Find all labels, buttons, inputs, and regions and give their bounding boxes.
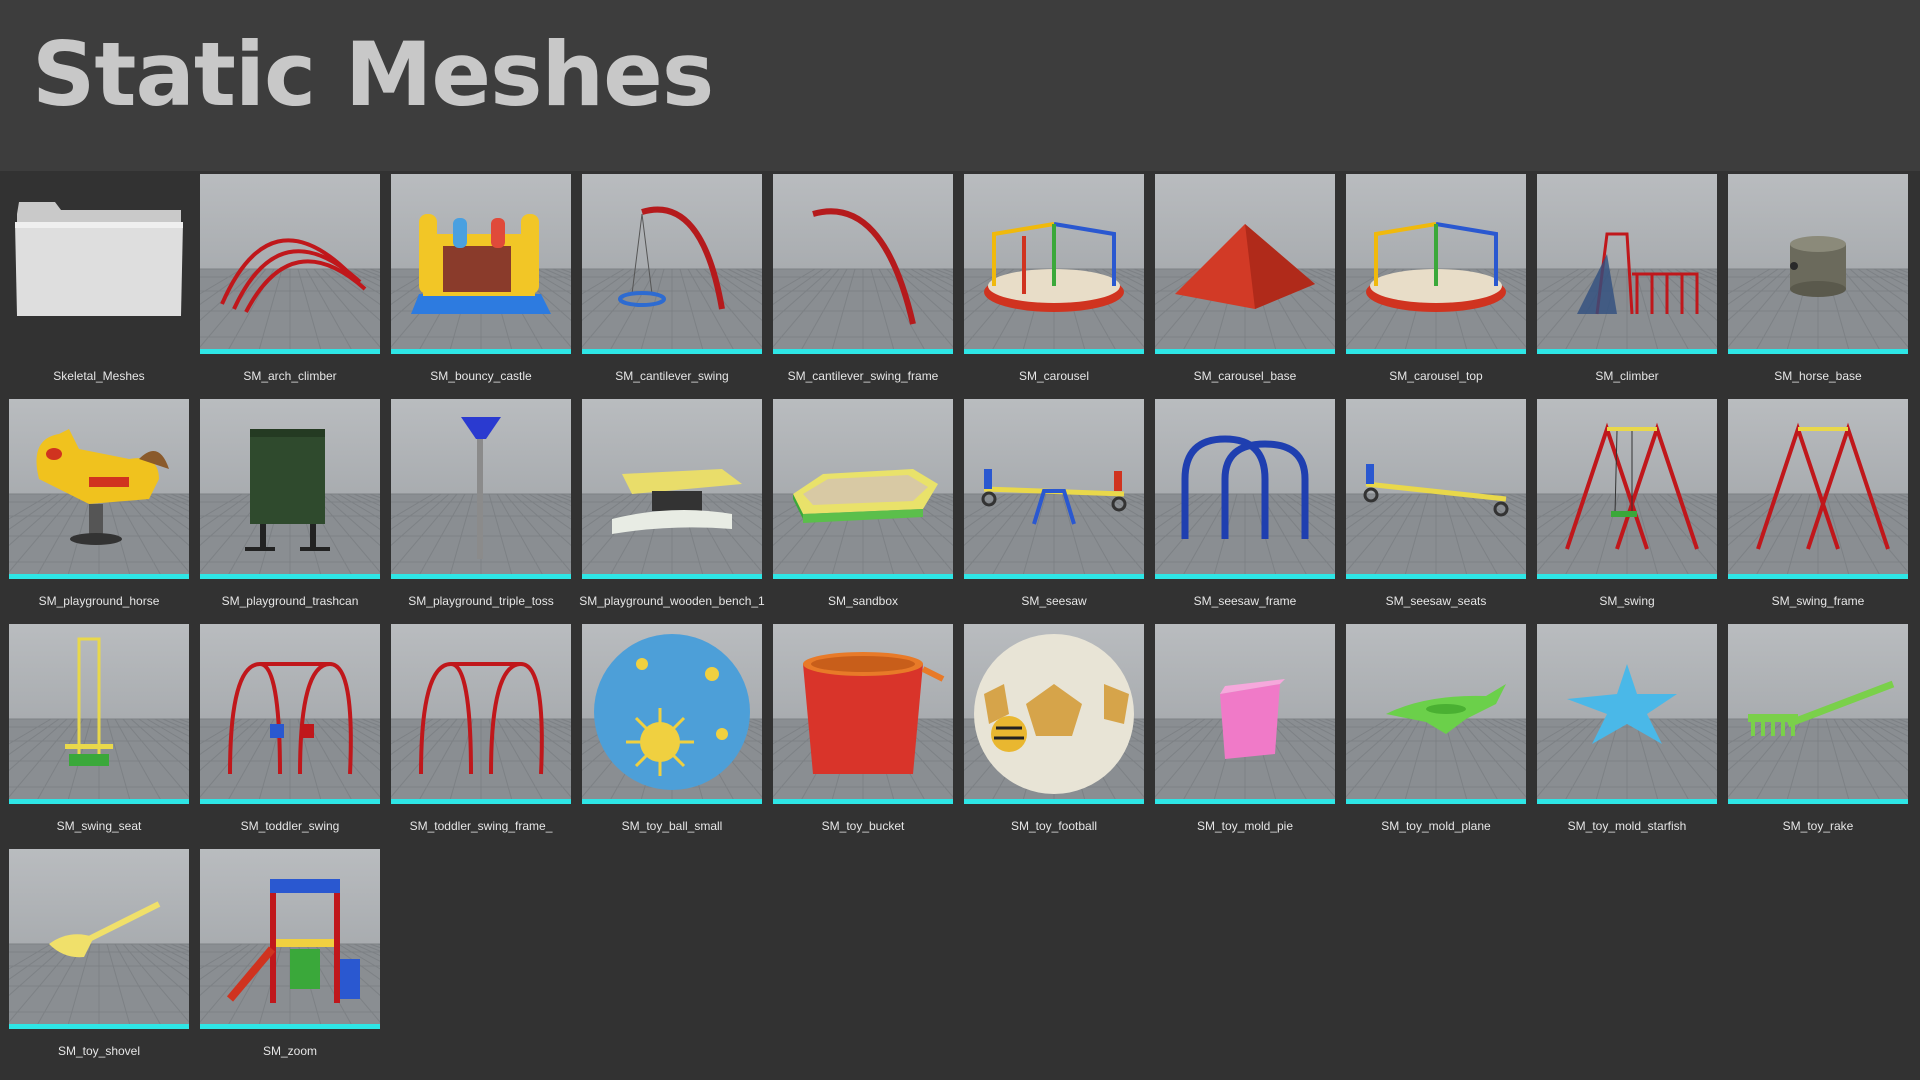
asset-thumbnail[interactable] xyxy=(582,174,762,354)
climber-icon xyxy=(1577,232,1699,315)
bench-icon xyxy=(612,469,742,534)
asset-label: SM_toy_football xyxy=(1010,819,1098,833)
asset-thumbnail[interactable] xyxy=(1537,399,1717,579)
bouncy-castle-icon xyxy=(411,214,551,314)
asset-label: SM_playground_wooden_bench_1 xyxy=(579,594,765,608)
carousel-base-icon xyxy=(1175,224,1315,309)
asset-label: SM_carousel_base xyxy=(1193,369,1297,383)
asset-label: SM_zoom xyxy=(262,1044,318,1058)
asset-label: SM_carousel_top xyxy=(1389,369,1483,383)
asset-grid: Skeletal_Meshes SM_arch_climber SM_bouncy_… xyxy=(0,171,1920,1080)
asset-label: SM_seesaw_seats xyxy=(1385,594,1487,608)
asset-thumbnail[interactable] xyxy=(964,174,1144,354)
football-icon xyxy=(974,634,1134,794)
asset-label: SM_cantilever_swing xyxy=(615,369,729,383)
asset-thumbnail[interactable] xyxy=(964,624,1144,804)
asset-thumbnail[interactable] xyxy=(1728,624,1908,804)
asset-label: SM_cantilever_swing_frame xyxy=(787,369,939,383)
folder-thumbnail[interactable] xyxy=(9,174,189,354)
asset-thumbnail[interactable] xyxy=(1346,624,1526,804)
asset-thumbnail[interactable] xyxy=(1537,624,1717,804)
play-tower-icon xyxy=(226,879,360,1003)
swing-icon xyxy=(1565,422,1699,550)
asset-label: Skeletal_Meshes xyxy=(53,369,145,383)
asset-label: SM_climber xyxy=(1595,369,1659,383)
asset-thumbnail[interactable] xyxy=(773,399,953,579)
asset-thumbnail[interactable] xyxy=(1346,174,1526,354)
asset-label: SM_carousel xyxy=(1018,369,1090,383)
seesaw-seats-icon xyxy=(1363,464,1509,517)
asset-label: SM_playground_triple_toss xyxy=(408,594,554,608)
asset-thumbnail[interactable] xyxy=(773,174,953,354)
ball-icon xyxy=(594,634,750,790)
asset-thumbnail[interactable] xyxy=(1537,174,1717,354)
cantilever-frame-icon xyxy=(812,208,916,325)
asset-thumbnail[interactable] xyxy=(964,399,1144,579)
asset-thumbnail[interactable] xyxy=(582,399,762,579)
folder-icon xyxy=(15,202,183,316)
asset-thumbnail[interactable] xyxy=(582,624,762,804)
swing-frame-icon xyxy=(1756,422,1890,550)
mold-starfish-icon xyxy=(1567,664,1677,744)
asset-thumbnail[interactable] xyxy=(1155,399,1335,579)
sandbox-icon xyxy=(793,469,938,523)
asset-label: SM_horse_base xyxy=(1774,369,1862,383)
seesaw-icon xyxy=(981,469,1127,525)
horse-base-icon xyxy=(1790,236,1846,297)
asset-thumbnail[interactable] xyxy=(1346,399,1526,579)
asset-label: SM_playground_trashcan xyxy=(221,594,359,608)
toddler-swing-icon xyxy=(228,661,353,775)
asset-thumbnail[interactable] xyxy=(391,624,571,804)
cantilever-swing-icon xyxy=(618,206,725,310)
asset-thumbnail[interactable] xyxy=(200,174,380,354)
asset-thumbnail[interactable] xyxy=(200,849,380,1029)
carousel-top-icon xyxy=(1366,222,1506,312)
asset-label: SM_toy_shovel xyxy=(57,1044,141,1058)
arch-climber-icon xyxy=(220,238,367,313)
asset-thumbnail[interactable] xyxy=(773,624,953,804)
asset-label: SM_toy_ball_small xyxy=(621,819,723,833)
page-title: Static Meshes xyxy=(32,23,714,126)
asset-label: SM_swing xyxy=(1599,594,1655,608)
rocking-horse-icon xyxy=(36,429,169,545)
asset-thumbnail[interactable] xyxy=(1728,399,1908,579)
asset-thumbnail[interactable] xyxy=(1155,174,1335,354)
asset-thumbnail[interactable] xyxy=(391,174,571,354)
asset-label: SM_toy_rake xyxy=(1782,819,1854,833)
asset-thumbnail[interactable] xyxy=(9,399,189,579)
asset-label: SM_arch_climber xyxy=(243,369,337,383)
asset-thumbnail[interactable] xyxy=(200,624,380,804)
asset-label: SM_bouncy_castle xyxy=(430,369,532,383)
carousel-icon xyxy=(984,222,1124,312)
asset-label: SM_sandbox xyxy=(827,594,899,608)
asset-thumbnail[interactable] xyxy=(9,849,189,1029)
asset-thumbnail[interactable] xyxy=(391,399,571,579)
shovel-icon xyxy=(49,901,161,958)
asset-thumbnail[interactable] xyxy=(9,624,189,804)
rake-icon xyxy=(1748,680,1895,736)
asset-label: SM_toy_mold_starfish xyxy=(1567,819,1687,833)
asset-label: SM_seesaw xyxy=(1021,594,1087,608)
asset-label: SM_toy_mold_pie xyxy=(1196,819,1294,833)
asset-label: SM_toy_bucket xyxy=(821,819,905,833)
asset-label: SM_swing_frame xyxy=(1771,594,1865,608)
asset-label: SM_swing_seat xyxy=(56,819,142,833)
asset-label: SM_toddler_swing_frame_ xyxy=(409,819,553,833)
swing-seat-icon xyxy=(65,637,113,766)
mold-plane-icon xyxy=(1386,684,1506,734)
toddler-swing-frame-icon xyxy=(419,661,544,775)
mold-pie-icon xyxy=(1220,679,1285,759)
seesaw-frame-icon xyxy=(1181,435,1309,539)
asset-label: SM_toddler_swing xyxy=(240,819,340,833)
bucket-icon xyxy=(803,652,945,774)
asset-label: SM_seesaw_frame xyxy=(1193,594,1297,608)
asset-label: SM_toy_mold_plane xyxy=(1381,819,1491,833)
asset-thumbnail[interactable] xyxy=(200,399,380,579)
asset-thumbnail[interactable] xyxy=(1155,624,1335,804)
triple-toss-icon xyxy=(461,417,501,559)
asset-label: SM_playground_horse xyxy=(38,594,160,608)
trashcan-icon xyxy=(245,429,330,551)
asset-thumbnail[interactable] xyxy=(1728,174,1908,354)
